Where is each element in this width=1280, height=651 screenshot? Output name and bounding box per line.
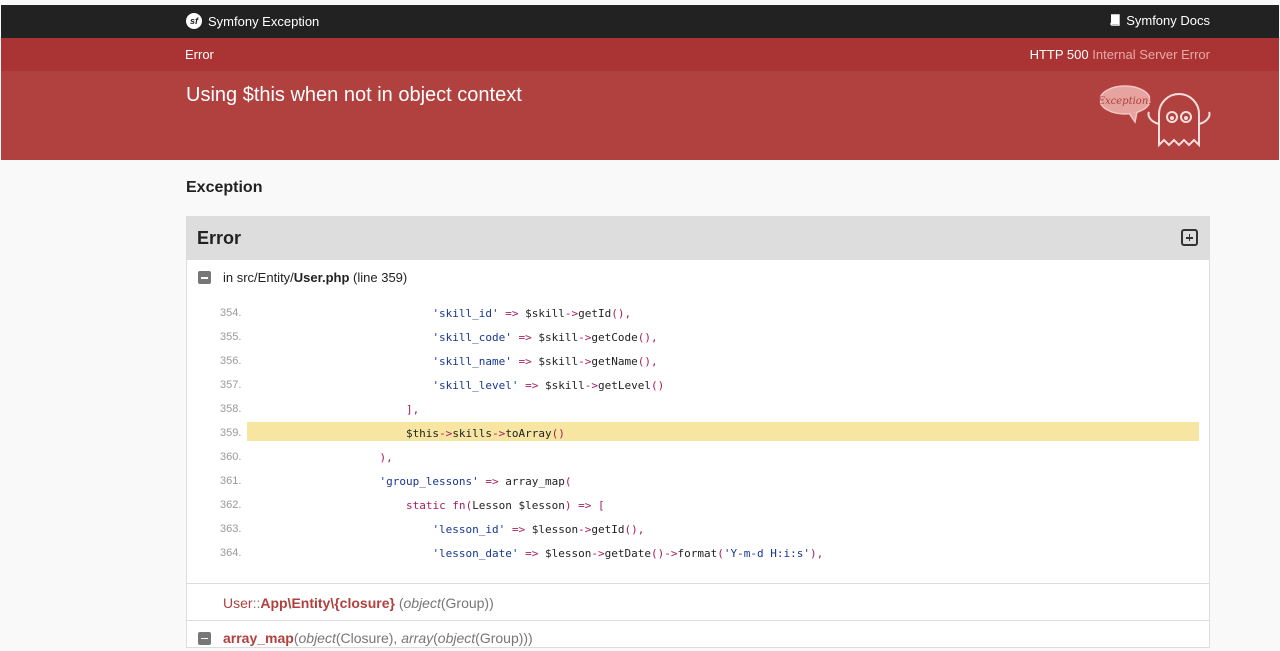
code-line: 357. 'skill_level' => $skill->getLevel() [187, 373, 1209, 397]
code-text: 'lesson_id' => $lesson->getId(), [432, 523, 645, 536]
line-number: 360. [220, 451, 242, 463]
expand-all-button[interactable] [1181, 229, 1198, 246]
code-text: 'lesson_date' => $lesson->getDate()->for… [432, 547, 824, 560]
exception-message: Using $this when not in object context [186, 84, 522, 106]
trace-entry: User::App\Entity\{closure} (object(Group… [187, 583, 1209, 621]
section-title: Exception [186, 179, 263, 196]
code-text: 'skill_code' => $skill->getCode(), [432, 331, 658, 344]
file-line-info: (line 359) [353, 270, 408, 285]
code-line: 364. 'lesson_date' => $lesson->getDate()… [187, 541, 1209, 565]
trace-function: array_map [223, 630, 294, 646]
code-text: static fn(Lesson $lesson) => [ [405, 499, 605, 512]
code-line-selected: 359. $this->skills->toArray() [187, 421, 1209, 445]
line-number: 361. [220, 475, 242, 487]
brand-label: Symfony Exception [208, 13, 320, 29]
panel-title: Error [197, 228, 242, 248]
docs-link[interactable]: Symfony Docs [1109, 13, 1210, 28]
http-code: HTTP 500 [1029, 47, 1089, 62]
symfony-logo-icon: sf [186, 13, 202, 29]
line-number: 354. [220, 307, 242, 319]
code-snippet: 354. 'skill_id' => $skill->getId(), 355. … [187, 301, 1209, 565]
exception-panel: Error in src/Entity/User.php (line 359) … [186, 216, 1210, 648]
top-nav-bar: sf Symfony Exception Symfony Docs [1, 5, 1279, 38]
status-bar: Error HTTP 500 Internal Server Error [1, 38, 1279, 71]
line-number: 355. [220, 331, 242, 343]
code-text: ), [379, 451, 393, 464]
illustration-caption: Exception! [1099, 96, 1152, 107]
code-line: 354. 'skill_id' => $skill->getId(), [187, 301, 1209, 325]
collapse-icon[interactable] [198, 271, 211, 284]
docs-label: Symfony Docs [1126, 13, 1210, 28]
code-line: 363. 'lesson_id' => $lesson->getId(), [187, 517, 1209, 541]
line-number: 364. [220, 547, 242, 559]
collapse-icon[interactable] [198, 631, 211, 645]
code-line: 362. static fn(Lesson $lesson) => [ [187, 493, 1209, 517]
http-status-text: Internal Server Error [1092, 47, 1210, 62]
code-line: 356. 'skill_name' => $skill->getName(), [187, 349, 1209, 373]
exception-header: Using $this when not in object context E… [1, 71, 1279, 160]
line-number: 362. [220, 499, 242, 511]
file-prefix: in src/Entity/ [223, 270, 294, 285]
code-text: 'skill_level' => $skill->getLevel() [432, 379, 665, 392]
trace-args: (object(Closure), array(object(Group))) [293, 630, 533, 646]
code-line: 358. ], [187, 397, 1209, 421]
code-line: 360. ), [187, 445, 1209, 469]
line-number: 358. [220, 403, 242, 415]
code-text: 'skill_name' => $skill->getName(), [432, 355, 658, 368]
line-number: 363. [220, 523, 242, 535]
panel-header: Error [187, 217, 1209, 260]
trace-args: (object(Group)) [398, 595, 494, 611]
line-number: 359. [220, 427, 242, 439]
code-text: 'skill_id' => $skill->getId(), [432, 307, 632, 320]
file-name: User.php [293, 270, 350, 285]
trace-class: User [223, 595, 253, 611]
book-icon [1110, 14, 1120, 26]
status-label: Error [185, 47, 214, 62]
trace-entry-next[interactable]: array_map (object(Closure), array(object… [187, 620, 1209, 651]
code-text: $this->skills->toArray() [247, 422, 1199, 441]
line-number: 357. [220, 379, 242, 391]
code-line: 361. 'group_lessons' => array_map( [187, 469, 1209, 493]
http-status: HTTP 500 Internal Server Error [1030, 47, 1210, 62]
code-line: 355. 'skill_code' => $skill->getCode(), [187, 325, 1209, 349]
code-text: 'group_lessons' => array_map( [379, 475, 572, 488]
line-number: 356. [220, 355, 242, 367]
trace-function: App\Entity\{closure} [260, 595, 395, 611]
exception-ghost-illustration: Exception! [1099, 85, 1211, 148]
brand-link[interactable]: sf Symfony Exception [186, 13, 319, 29]
code-text: ], [405, 403, 420, 416]
trace-file-toggle[interactable]: in src/Entity/User.php (line 359) [198, 270, 407, 285]
